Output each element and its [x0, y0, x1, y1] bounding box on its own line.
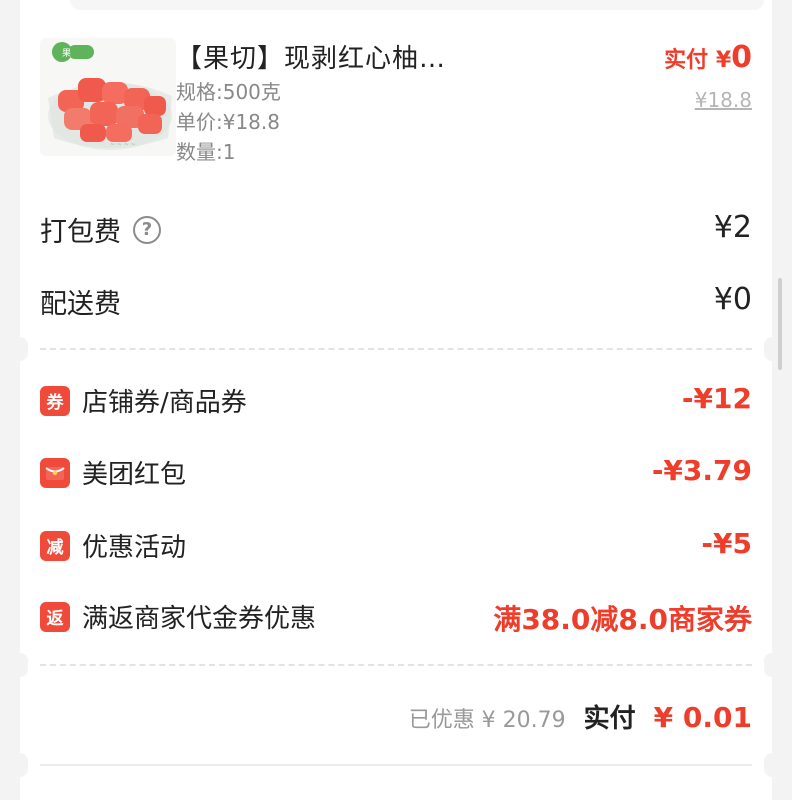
- ticket-notch-left: [12, 753, 28, 777]
- delivery-fee-value: ¥0: [713, 282, 752, 317]
- discount-value-cashback: 满38.0减8.0商家券: [493, 603, 752, 636]
- discount-value-promotion: -¥5: [701, 527, 752, 560]
- saved-amount: 已优惠 ¥ 20.79: [408, 708, 566, 733]
- ticket-notch-left: [12, 653, 28, 677]
- ticket-notch-right: [764, 753, 780, 777]
- delivery-fee-label: 配送费: [40, 289, 121, 320]
- discount-row-red-packet[interactable]: 美团红包: [40, 454, 186, 491]
- product-paid-price: 实付 ¥0: [664, 40, 752, 75]
- product-quantity: 数量:1: [176, 140, 236, 164]
- packing-fee-value: ¥2: [713, 210, 752, 245]
- discount-value-coupon: -¥12: [681, 382, 752, 415]
- discount-label: 店铺券/商品券: [82, 388, 247, 418]
- product-unit-price: 单价:¥18.8: [176, 110, 280, 134]
- pomelo-fruit-cup-image: 果 ~ ~ ~ ~: [40, 38, 176, 156]
- product-thumbnail[interactable]: 果 ~ ~ ~ ~: [40, 38, 176, 156]
- packing-fee-label: 打包费: [40, 217, 121, 248]
- paid-amount: 0: [731, 40, 752, 75]
- paid-label-text: 实付 ¥: [664, 48, 732, 73]
- divider: [40, 348, 752, 350]
- discount-label: 美团红包: [82, 460, 187, 490]
- reduction-icon: 减: [40, 530, 70, 561]
- order-summary: 已优惠 ¥ 20.79 实付 ¥ 0.01: [409, 698, 752, 735]
- red-packet-icon: [40, 457, 70, 488]
- svg-text:果: 果: [62, 48, 71, 59]
- help-icon[interactable]: ?: [133, 215, 161, 244]
- product-spec: 规格:500克: [176, 80, 281, 104]
- product-title[interactable]: 【果切】现剥红心柚…: [176, 38, 446, 75]
- discount-row-coupon[interactable]: 券 店铺券/商品券: [40, 382, 247, 419]
- discount-label: 优惠活动: [82, 533, 187, 563]
- ticket-notch-left: [12, 337, 28, 361]
- scrollbar[interactable]: [778, 278, 782, 370]
- coupon-icon: 券: [40, 385, 70, 416]
- discount-value-red-packet: -¥3.79: [651, 454, 752, 487]
- divider: [40, 664, 752, 666]
- discount-row-cashback[interactable]: 返 满返商家代金券优惠: [40, 598, 316, 635]
- divider: [40, 764, 752, 766]
- svg-text:~ ~ ~ ~: ~ ~ ~ ~: [110, 141, 136, 148]
- previous-section-edge: [70, 0, 764, 10]
- ticket-notch-right: [764, 653, 780, 677]
- delivery-fee-row: 配送费: [40, 282, 121, 321]
- packing-fee-row: 打包费 ?: [40, 210, 161, 249]
- cashback-icon: 返: [40, 601, 70, 632]
- original-price: ¥18.8: [694, 88, 752, 112]
- discount-label: 满返商家代金券优惠: [82, 604, 317, 634]
- discount-row-promotion[interactable]: 减 优惠活动: [40, 527, 186, 564]
- total-label: 实付: [583, 704, 636, 734]
- total-value: ¥ 0.01: [653, 701, 752, 734]
